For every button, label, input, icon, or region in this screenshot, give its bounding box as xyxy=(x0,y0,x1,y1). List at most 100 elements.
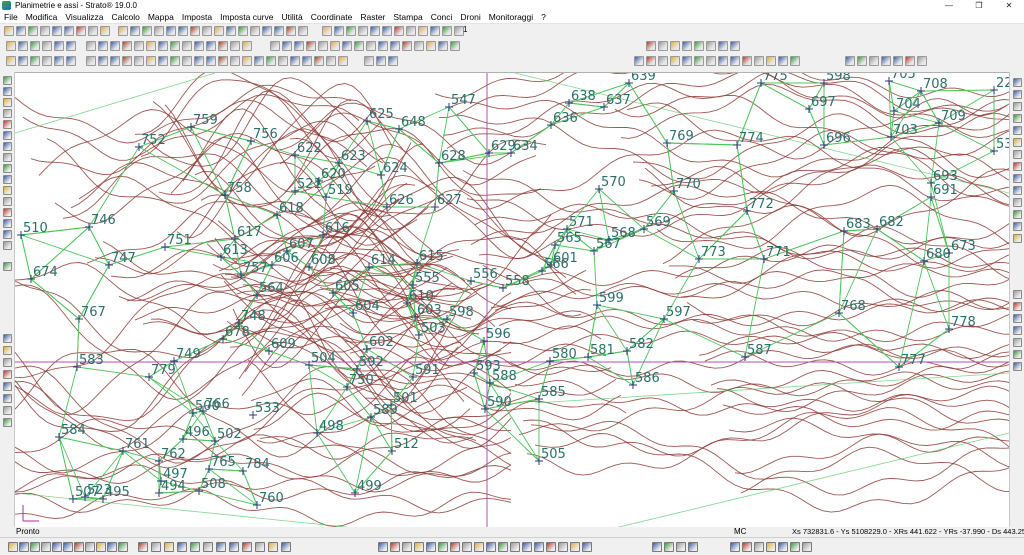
view3d-button[interactable] xyxy=(281,542,291,552)
curve-tool-button[interactable] xyxy=(326,56,336,66)
draw-tool-button[interactable] xyxy=(394,26,404,36)
table-tool-button[interactable] xyxy=(342,41,352,51)
edit-tool-button[interactable] xyxy=(18,41,28,51)
layer-tool-button[interactable] xyxy=(134,41,144,51)
survey-point[interactable]: 761 xyxy=(119,437,150,455)
left-strip-tool-button[interactable] xyxy=(3,197,12,206)
display-button[interactable] xyxy=(754,542,764,552)
survey-point[interactable]: 778 xyxy=(945,315,976,333)
left-strip-tool-button[interactable] xyxy=(3,358,12,367)
menu-mappa[interactable]: Mappa xyxy=(144,11,178,24)
terrain-tool-button[interactable] xyxy=(893,56,903,66)
right-strip-tool-button[interactable] xyxy=(1013,198,1022,207)
curve-tool-button[interactable] xyxy=(194,56,204,66)
measure-button[interactable] xyxy=(390,542,400,552)
curve-tool-button[interactable] xyxy=(206,56,216,66)
snap-tool-button[interactable] xyxy=(54,56,64,66)
menu-monitoraggi[interactable]: Monitoraggi xyxy=(485,11,537,24)
table-tool-button[interactable] xyxy=(438,41,448,51)
zoom-button[interactable] xyxy=(85,542,95,552)
layout-tool-button[interactable] xyxy=(694,41,704,51)
zoom-button[interactable] xyxy=(19,542,29,552)
display-button[interactable] xyxy=(802,542,812,552)
terrain-tool-button[interactable] xyxy=(857,56,867,66)
edit-tool-button[interactable] xyxy=(66,41,76,51)
right-strip-tool-button[interactable] xyxy=(1013,102,1022,111)
file-tool-button[interactable] xyxy=(16,26,26,36)
geo-tool-button[interactable] xyxy=(670,56,680,66)
snap-tool-button[interactable] xyxy=(6,56,16,66)
table-tool-button[interactable] xyxy=(318,41,328,51)
zoom-button[interactable] xyxy=(107,542,117,552)
snap-toggle-button[interactable] xyxy=(688,542,698,552)
zoom-button[interactable] xyxy=(118,542,128,552)
left-strip-tool-button[interactable] xyxy=(3,76,12,85)
curve-tool-button[interactable] xyxy=(230,56,240,66)
right-strip-tool-button[interactable] xyxy=(1013,362,1022,371)
measure-button[interactable] xyxy=(402,542,412,552)
view-tool-button[interactable] xyxy=(202,26,212,36)
view-tool-button[interactable] xyxy=(274,26,284,36)
terrain-tool-button[interactable] xyxy=(917,56,927,66)
file-tool-button[interactable] xyxy=(76,26,86,36)
view3d-button[interactable] xyxy=(242,542,252,552)
menu-raster[interactable]: Raster xyxy=(356,11,389,24)
layout-tool-button[interactable] xyxy=(718,41,728,51)
view-tool-button[interactable] xyxy=(286,26,296,36)
view3d-button[interactable] xyxy=(164,542,174,552)
table-tool-button[interactable] xyxy=(390,41,400,51)
survey-point[interactable]: 639 xyxy=(625,73,656,87)
curve-tool-button[interactable] xyxy=(146,56,156,66)
view3d-button[interactable] xyxy=(255,542,265,552)
object-button[interactable] xyxy=(570,542,580,552)
layout-tool-button[interactable] xyxy=(658,41,668,51)
curve-tool-button[interactable] xyxy=(122,56,132,66)
survey-point[interactable]: 569 xyxy=(640,215,671,233)
file-tool-button[interactable] xyxy=(4,26,14,36)
left-strip-tool-button[interactable] xyxy=(3,164,12,173)
table-tool-button[interactable] xyxy=(294,41,304,51)
geo-tool-button[interactable] xyxy=(646,56,656,66)
menu-droni[interactable]: Droni xyxy=(456,11,484,24)
layer-tool-button[interactable] xyxy=(230,41,240,51)
geo-tool-button[interactable] xyxy=(706,56,716,66)
survey-point[interactable]: 674 xyxy=(27,265,58,283)
menu-modifica[interactable]: Modifica xyxy=(22,11,62,24)
layout-tool-button[interactable] xyxy=(646,41,656,51)
right-strip-tool-button[interactable] xyxy=(1013,126,1022,135)
maximize-button[interactable]: ❐ xyxy=(964,0,994,11)
view-tool-button[interactable] xyxy=(166,26,176,36)
right-strip-tool-button[interactable] xyxy=(1013,150,1022,159)
layout-tool-button[interactable] xyxy=(682,41,692,51)
view-tool-button[interactable] xyxy=(130,26,140,36)
geo-tool-button[interactable] xyxy=(682,56,692,66)
file-tool-button[interactable] xyxy=(88,26,98,36)
terrain-tool-button[interactable] xyxy=(845,56,855,66)
curve-tool-button[interactable] xyxy=(242,56,252,66)
left-strip-tool-button[interactable] xyxy=(3,219,12,228)
object-button[interactable] xyxy=(474,542,484,552)
view-tool-button[interactable] xyxy=(118,26,128,36)
menu-conci[interactable]: Conci xyxy=(427,11,457,24)
left-strip-tool-button[interactable] xyxy=(3,334,12,343)
object-button[interactable] xyxy=(534,542,544,552)
menu-file[interactable]: File xyxy=(0,11,22,24)
geo-tool-button[interactable] xyxy=(694,56,704,66)
menu-coordinate[interactable]: Coordinate xyxy=(307,11,357,24)
draw-tool-button[interactable] xyxy=(334,26,344,36)
object-button[interactable] xyxy=(510,542,520,552)
survey-point[interactable]: 751 xyxy=(161,233,192,251)
layer-tool-button[interactable] xyxy=(194,41,204,51)
right-strip-tool-button[interactable] xyxy=(1013,290,1022,299)
view-tool-button[interactable] xyxy=(262,26,272,36)
layer-tool-button[interactable] xyxy=(242,41,252,51)
measure-button[interactable] xyxy=(426,542,436,552)
terrain-tool-button[interactable] xyxy=(869,56,879,66)
survey-point[interactable]: 598 xyxy=(443,305,474,323)
curve-tool-button[interactable] xyxy=(134,56,144,66)
layout-tool-button[interactable] xyxy=(670,41,680,51)
layer-tool-button[interactable] xyxy=(86,41,96,51)
edit-tool-button[interactable] xyxy=(30,41,40,51)
menu-calcolo[interactable]: Calcolo xyxy=(107,11,143,24)
left-strip-tool-button[interactable] xyxy=(3,175,12,184)
